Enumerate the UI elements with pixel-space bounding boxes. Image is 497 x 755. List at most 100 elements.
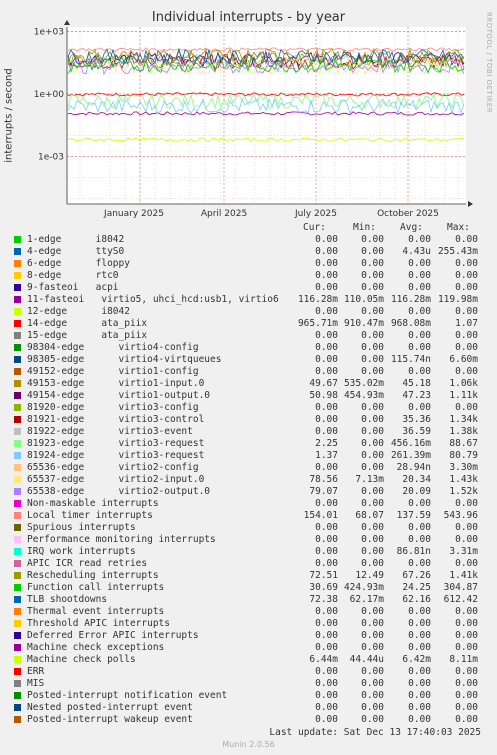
legend-label: 81921-edge virtio3-control <box>27 414 205 425</box>
legend-row: 49154-edge virtio1-output.0 50.98 454.93m 4… <box>0 390 497 402</box>
legend-label: Posted-interrupt notification event <box>27 690 228 701</box>
legend-swatch <box>14 680 21 687</box>
legend-label: 98305-edge virtio4-virtqueues <box>27 354 222 365</box>
legend-value-max: 0.00 <box>455 498 478 509</box>
legend-swatch <box>14 668 21 675</box>
legend-value-max: 543.96 <box>443 510 478 521</box>
legend-swatch <box>14 404 21 411</box>
legend-label: 65536-edge virtio2-config <box>27 462 199 473</box>
legend-label: Deferred Error APIC interrupts <box>27 630 199 641</box>
legend-swatch <box>14 368 21 375</box>
legend-value-max: 3.31m <box>449 546 478 557</box>
x-tick-label: October 2025 <box>377 209 439 219</box>
legend-value-max: 0.00 <box>455 534 478 545</box>
legend-label: 1-edge i8042 <box>27 234 125 245</box>
legend-swatch <box>14 476 21 483</box>
legend-swatch <box>14 320 21 327</box>
legend-label: ERR <box>27 666 45 677</box>
legend-swatch <box>14 704 21 711</box>
chart-root: Individual interrupts - by year RRDTOOL … <box>0 0 497 755</box>
x-tick-label: April 2025 <box>201 209 247 219</box>
legend-row: 9-fasteoi acpi 0.00 0.00 0.00 0.00 <box>0 282 497 294</box>
legend-swatch <box>14 572 21 579</box>
legend-row: 81923-edge virtio3-request 2.25 0.00 456.16… <box>0 438 497 450</box>
legend-value-max: 0.00 <box>455 282 478 293</box>
legend-swatch <box>14 632 21 639</box>
legend-value-max: 0.00 <box>455 258 478 269</box>
legend-row: Deferred Error APIC interrupts 0.00 0.00 0.… <box>0 630 497 642</box>
legend-swatch <box>14 716 21 723</box>
legend-label: 49152-edge virtio1-config <box>27 366 199 377</box>
legend-label: 98304-edge virtio4-config <box>27 342 199 353</box>
legend-label: Spurious interrupts <box>27 522 136 533</box>
legend-label: APIC ICR read retries <box>27 558 148 569</box>
legend-value-max: 0.00 <box>455 342 478 353</box>
legend-value-max: 0.00 <box>455 702 478 713</box>
legend-value-max: 1.43k <box>449 474 478 485</box>
legend-row: Posted-interrupt wakeup event 0.00 0.00 0.0… <box>0 714 497 726</box>
legend-swatch <box>14 692 21 699</box>
y-tick-label: 1e+00 <box>34 90 65 100</box>
x-tick-label: January 2025 <box>103 209 164 219</box>
legend-value-max: 1.41k <box>449 570 478 581</box>
legend-swatch <box>14 428 21 435</box>
legend-row: 12-edge i8042 0.00 0.00 0.00 0.00 <box>0 306 497 318</box>
legend-value-max: 0.00 <box>455 690 478 701</box>
legend-label: Non-maskable interrupts <box>27 498 159 509</box>
legend-row: Function call interrupts 30.69 424.93m 24.2… <box>0 582 497 594</box>
legend-swatch <box>14 512 21 519</box>
legend-value-max: 1.06k <box>449 378 478 389</box>
legend-row: Thermal event interrupts 0.00 0.00 0.00 0.00 <box>0 606 497 618</box>
legend-row: Performance monitoring interrupts 0.00 0.0… <box>0 534 497 546</box>
legend-value-max: 1.34k <box>449 414 478 425</box>
legend-value-max: 0.00 <box>455 606 478 617</box>
legend-label: TLB shootdowns <box>27 594 108 605</box>
legend-value-max: 88.67 <box>449 438 478 449</box>
legend-value-max: 0.00 <box>455 366 478 377</box>
legend-row: 81920-edge virtio3-config 0.00 0.00 0.00 0.0… <box>0 402 497 414</box>
legend-row: Nested posted-interrupt event 0.00 0.00 0.0… <box>0 702 497 714</box>
legend-row: Spurious interrupts 0.00 0.00 0.00 0.00 <box>0 522 497 534</box>
legend-row: 15-edge ata_piix 0.00 0.00 0.00 0.00 <box>0 330 497 342</box>
legend-swatch <box>14 380 21 387</box>
legend-row: 65537-edge virtio2-input.0 78.56 7.13m 20.3… <box>0 474 497 486</box>
legend-label: Function call interrupts <box>27 582 165 593</box>
legend-swatch <box>14 656 21 663</box>
legend-swatch <box>14 620 21 627</box>
legend-value-max: 3.30m <box>449 462 478 473</box>
legend-row: IRQ work interrupts 0.00 0.00 86.81n 3.31m <box>0 546 497 558</box>
legend-label: Thermal event interrupts <box>27 606 165 617</box>
legend-value-max: 6.60m <box>449 354 478 365</box>
legend-label: 6-edge floppy <box>27 258 130 269</box>
x-axis-arrow <box>468 201 473 207</box>
legend-swatch <box>14 464 21 471</box>
legend-row: 6-edge floppy 0.00 0.00 0.00 0.00 <box>0 258 497 270</box>
legend-label: Threshold APIC interrupts <box>27 618 170 629</box>
legend-swatch <box>14 560 21 567</box>
y-axis-arrow <box>64 20 70 25</box>
legend-swatch <box>14 500 21 507</box>
legend-label: MIS <box>27 678 45 689</box>
legend-value-max: 304.87 <box>443 582 478 593</box>
legend-swatch <box>14 416 21 423</box>
legend-row: 65538-edge virtio2-output.0 79.07 0.00 20.0… <box>0 486 497 498</box>
legend-swatch <box>14 584 21 591</box>
legend-value-max: 80.79 <box>449 450 478 461</box>
col-max: Max: <box>447 222 470 233</box>
legend-swatch <box>14 332 21 339</box>
legend-row: 49152-edge virtio1-config 0.00 0.00 0.00 0.0… <box>0 366 497 378</box>
legend-swatch <box>14 296 21 303</box>
legend-label: 11-fasteoi virtio5, uhci_hcd:usb1, virti… <box>27 294 279 305</box>
legend-swatch <box>14 284 21 291</box>
legend-value-max: 0.00 <box>455 234 478 245</box>
legend-row: 98304-edge virtio4-config 0.00 0.00 0.00 0.0… <box>0 342 497 354</box>
legend-label: 12-edge i8042 <box>27 306 130 317</box>
legend-swatch <box>14 260 21 267</box>
legend-label: 81922-edge virtio3-event <box>27 426 193 437</box>
legend-swatch <box>14 440 21 447</box>
plot-area: 1e+03 1e+00 1e-03 January 2025 April 2025 Jul… <box>34 20 473 219</box>
legend-value-max: 1.52k <box>449 486 478 497</box>
col-cur: Cur: <box>303 222 326 233</box>
legend-row: 81921-edge virtio3-control 0.00 0.00 35.36 1… <box>0 414 497 426</box>
legend-row: Machine check exceptions 0.00 0.00 0.00 0.00 <box>0 642 497 654</box>
